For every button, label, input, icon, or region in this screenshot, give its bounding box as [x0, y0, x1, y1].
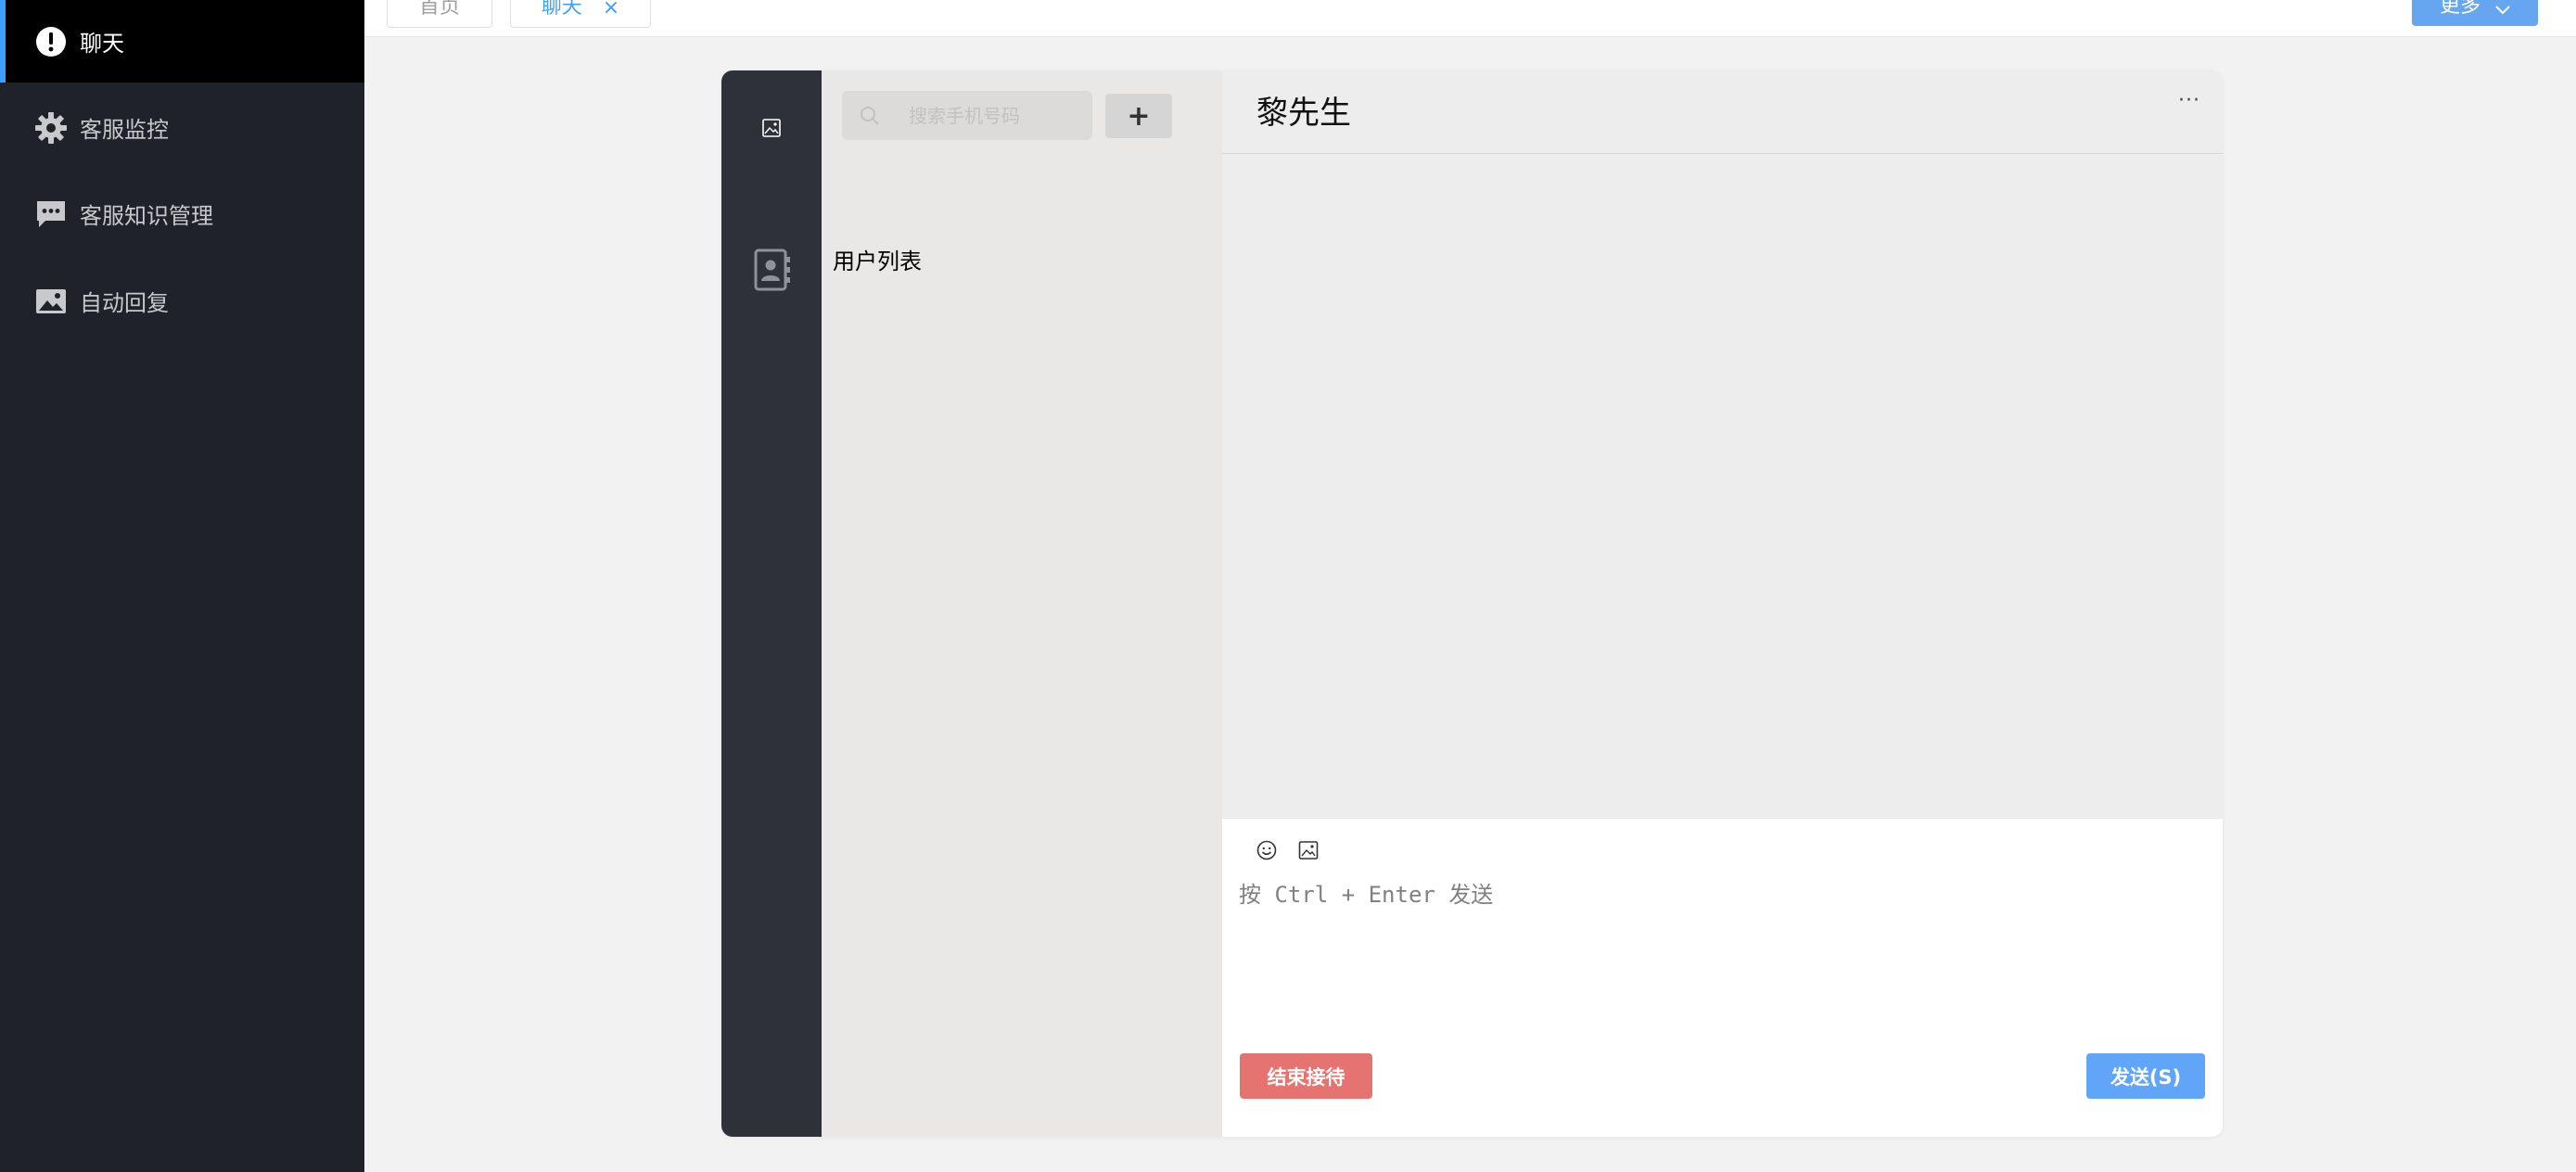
more-options-icon[interactable]: ···	[2178, 89, 2200, 112]
tab-home[interactable]: 首页	[387, 0, 492, 28]
image-upload-icon[interactable]	[1294, 836, 1322, 864]
tab-label: 聊天	[541, 0, 582, 19]
sidebar-item-knowledge-management[interactable]: 客服知识管理	[0, 172, 364, 255]
image-icon	[34, 285, 68, 318]
sidebar-item-label: 客服监控	[80, 117, 169, 143]
sidebar-item-label: 聊天	[80, 31, 124, 57]
chevron-down-icon	[2495, 1, 2510, 19]
message-composer: 结束接待 发送(S)	[1222, 819, 2223, 1137]
more-label: 更多	[2439, 0, 2480, 18]
message-input[interactable]	[1237, 874, 2201, 1023]
search-input[interactable]	[907, 91, 1083, 140]
close-icon[interactable]: ×	[603, 0, 619, 19]
user-list-title: 用户列表	[833, 248, 922, 274]
emoji-icon[interactable]	[1253, 836, 1281, 864]
sidebar-item-service-monitor[interactable]: 客服监控	[0, 86, 364, 169]
tab-bar: 首页 聊天 × 更多	[364, 0, 2576, 37]
search-box	[842, 91, 1092, 140]
sidebar-item-label: 客服知识管理	[80, 203, 213, 229]
chat-icon-rail	[721, 70, 822, 1137]
alert-circle-icon	[34, 25, 68, 58]
add-user-button[interactable]: +	[1105, 94, 1172, 138]
contact-name: 黎先生	[1256, 95, 1351, 132]
chat-window: + 用户列表 黎先生 ···	[721, 70, 2223, 1137]
conversation-panel: 黎先生 ··· 结束接待 发送(S	[1222, 70, 2223, 1137]
sidebar-item-auto-reply[interactable]: 自动回复	[0, 260, 364, 342]
end-reception-button[interactable]: 结束接待	[1240, 1053, 1372, 1099]
tab-label: 首页	[418, 0, 460, 19]
send-button[interactable]: 发送(S)	[2086, 1053, 2205, 1099]
picture-icon[interactable]	[758, 114, 785, 142]
chat-bubble-icon	[34, 197, 68, 231]
sidebar-nav: 聊天 客服监控 客服知识管理 自动回复	[0, 0, 364, 1172]
conversation-header: 黎先生 ···	[1222, 70, 2223, 154]
contacts-book-icon[interactable]	[751, 247, 794, 293]
sidebar-item-label: 自动回复	[80, 290, 169, 316]
search-icon	[859, 105, 881, 131]
message-area[interactable]	[1222, 155, 2223, 819]
gear-icon	[34, 111, 68, 145]
more-dropdown-button[interactable]: 更多	[2412, 0, 2538, 26]
sidebar-item-chat[interactable]: 聊天	[0, 0, 364, 83]
tab-chat[interactable]: 聊天 ×	[510, 0, 651, 28]
user-list-panel: + 用户列表	[822, 70, 1222, 1137]
